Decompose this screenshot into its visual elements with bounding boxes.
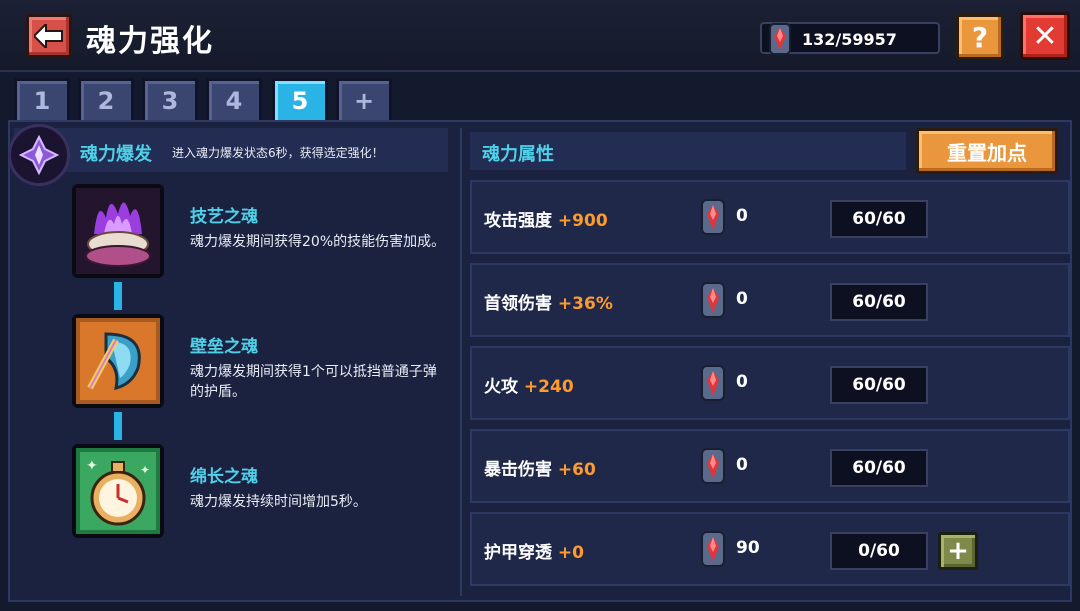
skill-connector — [114, 412, 122, 440]
attribute-level: 60/60 — [830, 366, 928, 404]
attribute-name: 火攻 +240 — [484, 377, 574, 397]
attribute-row: 攻击强度 +900 0 60/60 — [470, 180, 1070, 254]
attribute-bonus: +36% — [557, 294, 613, 314]
attribute-row: 火攻 +240 0 60/60 — [470, 346, 1070, 420]
skill-description: 魂力爆发期间获得1个可以抵挡普通子弹的护盾。 — [190, 364, 437, 400]
soul-burst-title: 魂力爆发 — [80, 144, 152, 165]
svg-text:✦: ✦ — [140, 463, 150, 477]
stopwatch-icon[interactable]: ✦ ✦ — [72, 444, 164, 538]
tab-5[interactable]: 5 — [272, 78, 328, 120]
tab-add[interactable]: + — [336, 78, 392, 120]
soul-gem-icon — [701, 448, 725, 484]
back-arrow-icon — [34, 24, 63, 48]
attribute-level: 60/60 — [830, 200, 928, 238]
attribute-title: 魂力属性 — [482, 144, 554, 165]
attribute-row: 护甲穿透 +0 90 0/60 + — [470, 512, 1070, 586]
purple-flame-clam-icon[interactable] — [72, 184, 164, 278]
skill-description: 魂力爆发持续时间增加5秒。 — [190, 494, 367, 510]
attribute-cost: 0 — [736, 372, 748, 392]
attribute-bonus: +900 — [557, 211, 608, 231]
attribute-cost: 0 — [736, 455, 748, 475]
attribute-name: 护甲穿透 +0 — [484, 543, 584, 563]
attribute-cost: 0 — [736, 289, 748, 309]
tab-1[interactable]: 1 — [14, 78, 70, 120]
back-button[interactable] — [26, 14, 72, 58]
skill-name: 绵长之魂 — [190, 467, 258, 487]
attribute-level: 0/60 — [830, 532, 928, 570]
soul-currency-display: 132/59957 — [760, 22, 940, 55]
attribute-level: 60/60 — [830, 283, 928, 321]
tab-3[interactable]: 3 — [142, 78, 198, 120]
panel-divider — [460, 128, 462, 596]
attribute-name: 首领伤害 +36% — [484, 294, 613, 314]
add-point-button[interactable]: + — [938, 532, 978, 570]
attribute-bonus: +0 — [557, 543, 584, 563]
attribute-cost: 90 — [736, 538, 760, 558]
soul-gem-icon — [701, 531, 725, 567]
skill-connector — [114, 282, 122, 310]
attribute-cost: 0 — [736, 206, 748, 226]
skill-name: 技艺之魂 — [190, 207, 258, 227]
attribute-row: 暴击伤害 +60 0 60/60 — [470, 429, 1070, 503]
attribute-row: 首领伤害 +36% 0 60/60 — [470, 263, 1070, 337]
attribute-name: 攻击强度 +900 — [484, 211, 608, 231]
skill-name: 壁垒之魂 — [190, 337, 258, 357]
soul-gem-icon — [769, 23, 791, 55]
currency-amount: 132/59957 — [802, 30, 897, 49]
svg-text:✦: ✦ — [86, 458, 98, 474]
soul-gem-icon — [701, 199, 725, 235]
attribute-bonus: +60 — [557, 460, 596, 480]
tab-2[interactable]: 2 — [78, 78, 134, 120]
shield-wing-icon[interactable] — [72, 314, 164, 408]
soul-burst-icon — [8, 124, 70, 186]
attribute-name: 暴击伤害 +60 — [484, 460, 596, 480]
attribute-level: 60/60 — [830, 449, 928, 487]
soul-gem-icon — [701, 365, 725, 401]
soul-gem-icon — [701, 282, 725, 318]
close-button[interactable]: ✕ — [1020, 12, 1070, 60]
attribute-bonus: +240 — [523, 377, 574, 397]
page-title: 魂力强化 — [86, 24, 214, 59]
soul-burst-description: 进入魂力爆发状态6秒，获得选定强化！ — [172, 146, 384, 160]
reset-points-button[interactable]: 重置加点 — [916, 128, 1058, 174]
skill-description: 魂力爆发期间获得20%的技能伤害加成。 — [190, 234, 446, 250]
help-button[interactable]: ? — [956, 14, 1004, 60]
tab-4[interactable]: 4 — [206, 78, 262, 120]
